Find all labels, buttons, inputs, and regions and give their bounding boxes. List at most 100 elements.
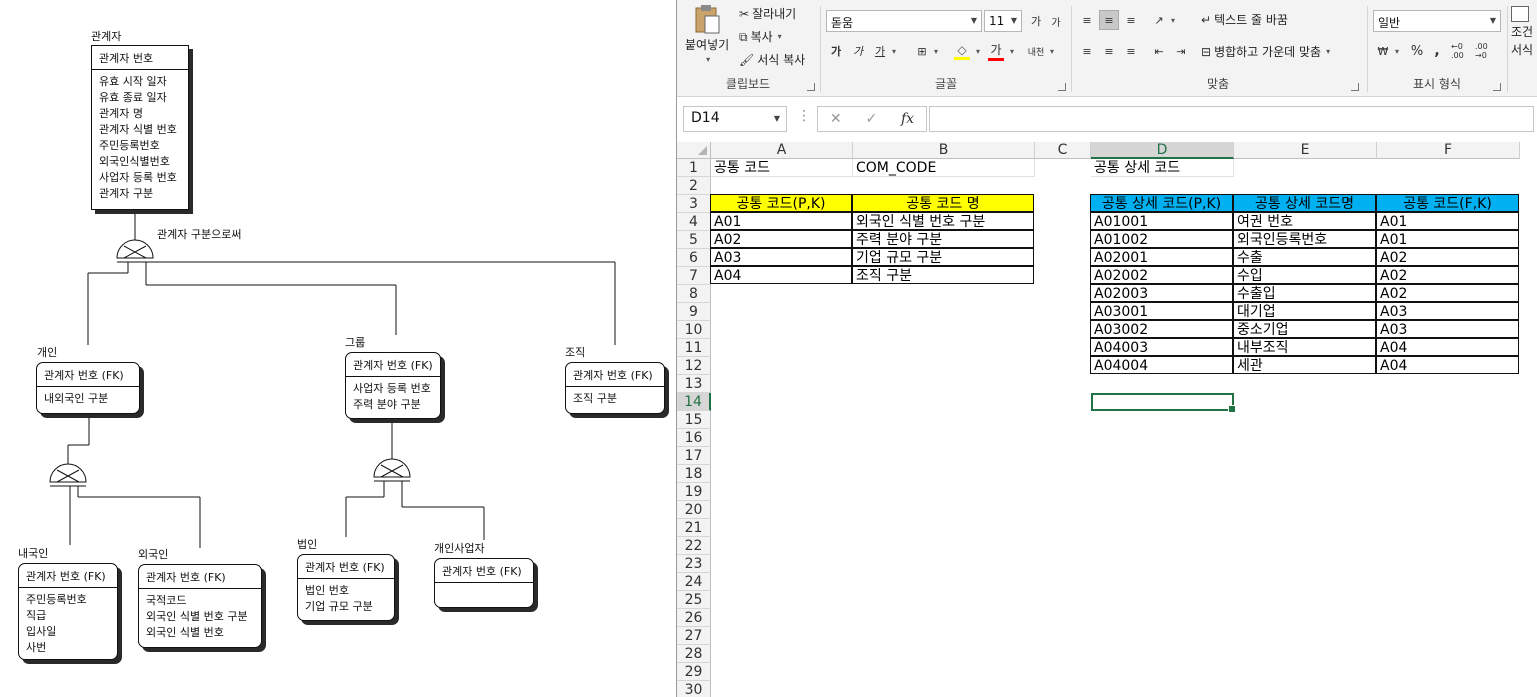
font-color-button[interactable]: 가 [986,41,1006,61]
cell-D10[interactable]: A03002 [1090,320,1233,338]
cell-F12[interactable]: A04 [1376,356,1519,374]
entity-foreigner[interactable]: 관계자 번호 (FK) 국적코드 외국인 식별 번호 구분 외국인 식별 번호 [138,564,262,648]
row-header-20[interactable]: 20 [677,501,711,519]
borders-dropdown[interactable]: ▾ [930,41,940,61]
phonetic-dropdown[interactable]: ▾ [1046,41,1056,61]
row-header-26[interactable]: 26 [677,609,711,627]
format-painter-button[interactable]: 🖌 서식 복사 [739,51,805,68]
row-header-5[interactable]: 5 [677,231,711,249]
row-header-1[interactable]: 1 [677,159,711,177]
align-middle-button[interactable]: ≡ [1099,10,1119,30]
row-header-23[interactable]: 23 [677,555,711,573]
dialog-launcher-icon[interactable] [1493,83,1501,91]
cell-F10[interactable]: A03 [1376,320,1519,338]
insert-function-icon[interactable]: fx [901,111,914,127]
column-header-A[interactable]: A [711,142,853,159]
column-header-B[interactable]: B [853,142,1035,159]
cell-A4[interactable]: A01 [710,212,852,230]
row-header-30[interactable]: 30 [677,681,711,697]
cell-D12[interactable]: A04004 [1090,356,1233,374]
cell-B4[interactable]: 외국인 식별 번호 구분 [852,212,1034,230]
row-header-4[interactable]: 4 [677,213,711,231]
cell-A1[interactable]: 공통 코드 [711,159,853,177]
entity-sole-proprietor[interactable]: 관계자 번호 (FK) [434,558,534,608]
align-center-button[interactable]: ≡ [1099,41,1119,61]
row-header-14[interactable]: 14 [677,393,711,411]
cell-D3[interactable]: 공통 상세 코드(P,K) [1090,194,1233,212]
cell-B6[interactable]: 기업 규모 구분 [852,248,1034,266]
increase-indent-button[interactable]: ⇥ [1171,41,1191,61]
worksheet-grid[interactable]: A B C D E F 1 2 3 4 5 6 7 8 9 10 11 12 13 14 15 16 17 18 19 20 21 2… [677,142,1537,697]
align-bottom-button[interactable]: ≡ [1121,10,1141,30]
row-header-12[interactable]: 12 [677,357,711,375]
column-header-C[interactable]: C [1035,142,1091,159]
row-header-10[interactable]: 10 [677,321,711,339]
row-header-28[interactable]: 28 [677,645,711,663]
underline-button[interactable]: 가 [870,41,890,61]
phonetic-button[interactable]: 내천 [1026,41,1046,61]
row-header-16[interactable]: 16 [677,429,711,447]
row-header-21[interactable]: 21 [677,519,711,537]
formula-input[interactable] [929,106,1534,132]
align-left-button[interactable]: ≡ [1077,41,1097,61]
row-header-13[interactable]: 13 [677,375,711,393]
cell-E7[interactable]: 수입 [1233,266,1376,284]
cell-B3[interactable]: 공통 코드 명 [852,194,1034,212]
cell-D9[interactable]: A03001 [1090,302,1233,320]
underline-dropdown[interactable]: ▾ [888,41,898,61]
cell-B1[interactable]: COM_CODE [853,159,1035,177]
bold-button[interactable]: 가 [826,41,846,61]
active-cell[interactable] [1091,393,1236,413]
cell-B7[interactable]: 조직 구분 [852,266,1034,284]
dialog-launcher-icon[interactable] [807,83,815,91]
cell-E3[interactable]: 공통 상세 코드명 [1233,194,1376,212]
row-header-18[interactable]: 18 [677,465,711,483]
cell-F8[interactable]: A02 [1376,284,1519,302]
name-box[interactable]: D14 ▼ [683,106,787,132]
wrap-text-button[interactable]: ↵ 텍스트 줄 바꿈 [1201,11,1288,28]
orientation-dropdown[interactable]: ▾ [1167,10,1177,30]
dialog-launcher-icon[interactable] [1351,83,1359,91]
cell-D4[interactable]: A01001 [1090,212,1233,230]
grow-font-button[interactable]: 가 [1026,11,1046,31]
cell-F9[interactable]: A03 [1376,302,1519,320]
entity-domestic[interactable]: 관계자 번호 (FK) 주민등록번호 직급 입사일 사번 [18,563,118,660]
paste-button[interactable]: 붙여넣기 ▾ [685,4,729,64]
comma-button[interactable]: , [1427,41,1447,61]
cell-A6[interactable]: A03 [710,248,852,266]
row-header-8[interactable]: 8 [677,285,711,303]
accounting-format-button[interactable]: ₩ [1373,41,1393,61]
entity-corp[interactable]: 관계자 번호 (FK) 법인 번호 기업 규모 구분 [297,554,395,621]
increase-decimal-button[interactable]: ←0 .00 [1451,41,1471,61]
cell-E11[interactable]: 내부조직 [1233,338,1376,356]
cell-E5[interactable]: 외국인등록번호 [1233,230,1376,248]
row-header-27[interactable]: 27 [677,627,711,645]
cell-E9[interactable]: 대기업 [1233,302,1376,320]
cell-E6[interactable]: 수출 [1233,248,1376,266]
row-header-6[interactable]: 6 [677,249,711,267]
font-size-combo[interactable]: 11 ▼ [984,10,1022,32]
cell-F5[interactable]: A01 [1376,230,1519,248]
cell-A7[interactable]: A04 [710,266,852,284]
accounting-dropdown[interactable]: ▾ [1391,41,1401,61]
number-format-combo[interactable]: 일반 ▼ [1373,10,1501,32]
cell-E4[interactable]: 여권 번호 [1233,212,1376,230]
select-all-button[interactable] [677,142,711,159]
column-header-E[interactable]: E [1234,142,1377,159]
row-header-25[interactable]: 25 [677,591,711,609]
row-header-29[interactable]: 29 [677,663,711,681]
entity-party[interactable]: 관계자 번호 유효 시작 일자 유효 종료 일자 관계자 명 관계자 식별 번호… [91,45,189,210]
copy-button[interactable]: ⧉ 복사 ▾ [739,28,782,45]
row-header-19[interactable]: 19 [677,483,711,501]
cell-F7[interactable]: A02 [1376,266,1519,284]
cell-F4[interactable]: A01 [1376,212,1519,230]
row-header-22[interactable]: 22 [677,537,711,555]
cell-E12[interactable]: 세관 [1233,356,1376,374]
align-right-button[interactable]: ≡ [1121,41,1141,61]
cell-D7[interactable]: A02002 [1090,266,1233,284]
check-icon[interactable]: ✓ [865,111,877,127]
italic-button[interactable]: 가 [848,41,868,61]
cell-F6[interactable]: A02 [1376,248,1519,266]
row-header-24[interactable]: 24 [677,573,711,591]
cell-D11[interactable]: A04003 [1090,338,1233,356]
